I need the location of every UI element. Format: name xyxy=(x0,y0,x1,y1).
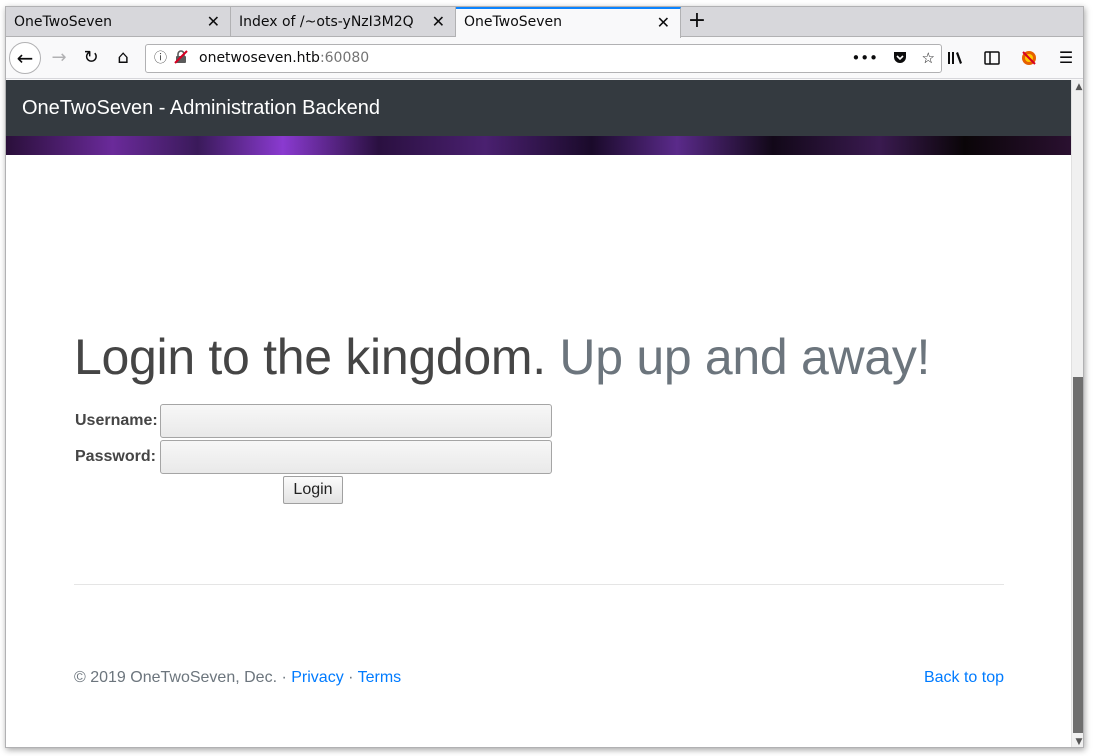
tab-index-of[interactable]: Index of /~ots-yNzI3M2Q ✕ xyxy=(231,7,456,37)
tab-onetwoseven-1[interactable]: OneTwoSeven ✕ xyxy=(6,7,231,37)
new-tab-button[interactable]: + xyxy=(686,7,708,37)
terms-link[interactable]: Terms xyxy=(358,669,402,686)
vertical-scrollbar[interactable]: ▲ ▼ xyxy=(1071,80,1083,747)
copyright-text: © 2019 OneTwoSeven, Dec. · xyxy=(74,669,292,686)
close-icon[interactable]: ✕ xyxy=(432,7,445,37)
password-label: Password: xyxy=(75,448,156,465)
tab-title: OneTwoSeven xyxy=(464,14,563,30)
heading-subtitle: Up up and away! xyxy=(559,329,931,385)
forward-button[interactable]: → xyxy=(46,45,72,71)
login-button[interactable]: Login xyxy=(283,476,343,504)
home-icon: ⌂ xyxy=(117,47,129,68)
page-heading: Login to the kingdom. Up up and away! xyxy=(74,328,930,386)
close-icon[interactable]: ✕ xyxy=(207,7,220,37)
hamburger-menu-icon[interactable]: ☰ xyxy=(1053,45,1079,71)
footer-separator: · xyxy=(343,669,358,686)
tab-strip: OneTwoSeven ✕ Index of /~ots-yNzI3M2Q ✕ … xyxy=(6,7,1083,38)
tab-title: Index of /~ots-yNzI3M2Q xyxy=(239,14,414,30)
footer-copyright: © 2019 OneTwoSeven, Dec. · Privacy · Ter… xyxy=(74,669,401,687)
insecure-lock-icon[interactable] xyxy=(174,45,188,72)
site-brand[interactable]: OneTwoSeven - Administration Backend xyxy=(22,80,380,136)
url-actions: ••• ☆ xyxy=(841,45,935,72)
extension-icon[interactable] xyxy=(1016,45,1042,71)
home-button[interactable]: ⌂ xyxy=(110,45,136,71)
tab-title: OneTwoSeven xyxy=(14,14,113,30)
scroll-down-icon[interactable]: ▼ xyxy=(1072,735,1083,747)
divider xyxy=(74,584,1004,585)
username-label: Username: xyxy=(75,412,158,429)
library-icon[interactable] xyxy=(942,45,968,71)
bookmark-star-icon[interactable]: ☆ xyxy=(922,49,935,67)
url-port: :60080 xyxy=(319,50,370,66)
navigation-toolbar: ← → ↻ ⌂ ⓘ onetwoseven.htb:60080 ••• ☆ ☰ xyxy=(6,38,1083,79)
privacy-link[interactable]: Privacy xyxy=(291,669,343,686)
arrow-left-icon: ← xyxy=(16,46,34,70)
back-to-top-link[interactable]: Back to top xyxy=(924,669,1004,686)
close-icon[interactable]: ✕ xyxy=(657,9,670,36)
username-input[interactable] xyxy=(160,404,552,438)
url-text[interactable]: onetwoseven.htb:60080 xyxy=(199,45,369,72)
url-host: onetwoseven.htb xyxy=(199,50,320,66)
reload-icon: ↻ xyxy=(83,47,99,68)
scrollbar-thumb[interactable] xyxy=(1073,377,1083,733)
info-icon[interactable]: ⓘ xyxy=(154,45,167,72)
page-actions-icon[interactable]: ••• xyxy=(851,49,878,67)
tab-onetwoseven-active[interactable]: OneTwoSeven ✕ xyxy=(456,7,681,38)
site-header: OneTwoSeven - Administration Backend xyxy=(6,80,1071,136)
banner-image xyxy=(6,136,1071,155)
scroll-up-icon[interactable]: ▲ xyxy=(1072,80,1083,94)
url-bar[interactable]: ⓘ onetwoseven.htb:60080 ••• ☆ xyxy=(145,44,942,73)
heading-main: Login to the kingdom. xyxy=(74,329,546,385)
password-input[interactable] xyxy=(160,440,552,474)
back-button[interactable]: ← xyxy=(9,42,41,74)
pocket-icon[interactable] xyxy=(893,49,912,67)
arrow-right-icon: → xyxy=(51,47,67,68)
toolbar-right: ☰ xyxy=(936,45,1079,71)
browser-window: OneTwoSeven ✕ Index of /~ots-yNzI3M2Q ✕ … xyxy=(5,6,1084,748)
page-content: OneTwoSeven - Administration Backend Log… xyxy=(6,80,1071,747)
reload-button[interactable]: ↻ xyxy=(78,45,104,71)
sidebar-icon[interactable] xyxy=(979,45,1005,71)
footer-back-to-top: Back to top xyxy=(924,669,1004,687)
